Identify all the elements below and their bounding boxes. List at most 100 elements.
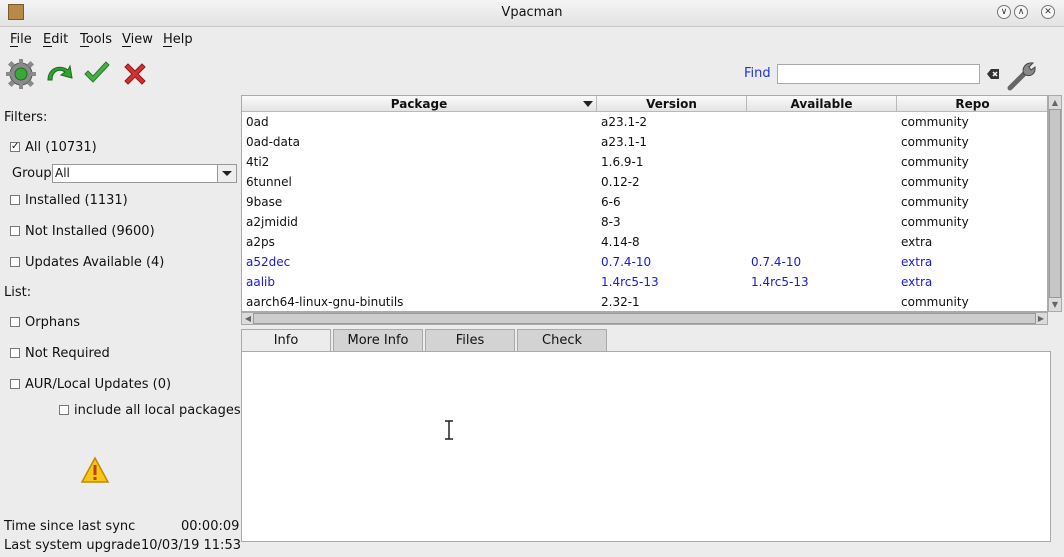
scroll-right-icon[interactable]: ▶ [1035, 313, 1047, 324]
settings-gear-icon[interactable] [5, 58, 37, 90]
sort-descending-icon [583, 101, 593, 107]
not-installed-checkbox[interactable] [10, 226, 20, 236]
cell-package: 6tunnel [246, 175, 292, 189]
cell-package: 0ad-data [246, 135, 300, 149]
table-row[interactable]: 9base 6-6 community [242, 192, 1047, 212]
window-title: Vpacman [501, 5, 563, 20]
cell-repo: extra [901, 275, 933, 289]
all-checkbox[interactable]: ✓ [10, 142, 20, 152]
not-installed-label: Not Installed (9600) [25, 224, 155, 239]
cell-package: a2ps [246, 235, 275, 249]
orphans-label: Orphans [25, 315, 81, 330]
table-row[interactable]: aarch64-linux-gnu-binutils 2.32-1 communit… [242, 292, 1047, 311]
find-label: Find [744, 66, 771, 81]
menu-view[interactable]: View [122, 32, 153, 47]
text-cursor-icon [444, 420, 454, 440]
cell-package: a52dec [246, 255, 291, 269]
menu-help-mnemonic [163, 46, 172, 47]
tab-check[interactable]: Check [517, 329, 607, 351]
upgrade-label: Last system upgrade [4, 538, 141, 553]
sync-value: 00:00:09 [181, 519, 240, 534]
menu-edit[interactable]: Edit [43, 32, 68, 47]
cell-available [751, 152, 899, 172]
filters-heading: Filters: [4, 110, 48, 125]
aur-local-updates-checkbox[interactable] [10, 379, 20, 389]
table-row[interactable]: a52dec 0.7.4-10 0.7.4-10 extra [242, 252, 1047, 272]
cell-repo: community [901, 115, 969, 129]
cell-repo: community [901, 295, 969, 309]
warning-icon [80, 456, 110, 484]
menu-tools[interactable]: Tools [80, 32, 112, 47]
cell-version: 8-3 [601, 215, 621, 229]
group-label: Group [12, 166, 52, 181]
cell-version: a23.1-1 [601, 135, 648, 149]
not-required-checkbox[interactable] [10, 348, 20, 358]
scroll-up-icon[interactable]: ▲ [1049, 97, 1061, 108]
all-label: All (10731) [25, 140, 97, 155]
cell-version: 6-6 [601, 195, 621, 209]
menu-edit-mnemonic [43, 46, 52, 47]
table-row[interactable]: 4ti2 1.6.9-1 community [242, 152, 1047, 172]
info-panel[interactable] [241, 351, 1051, 542]
scroll-down-icon[interactable]: ▼ [1049, 299, 1061, 310]
cell-repo: extra [901, 255, 933, 269]
updates-available-label: Updates Available (4) [25, 255, 165, 270]
upgrade-value: 10/03/19 11:53 [141, 538, 241, 553]
package-table[interactable]: Package Version Available Repo 0ad a23.1-… [241, 95, 1048, 312]
menu-file[interactable]: File [10, 32, 32, 47]
menu-view-mnemonic [122, 46, 131, 47]
group-select[interactable]: All [52, 164, 218, 183]
cell-available [751, 192, 899, 212]
cell-available [751, 232, 899, 252]
clear-find-icon[interactable] [986, 67, 1000, 81]
column-header-package[interactable]: Package [242, 96, 597, 112]
table-horizontal-scroll-thumb[interactable] [253, 313, 1036, 324]
column-header-available[interactable]: Available [747, 96, 897, 112]
menu-file-mnemonic [10, 46, 18, 47]
cell-available: 1.4rc5-13 [751, 275, 809, 289]
maximize-icon[interactable]: ∧ [1014, 5, 1028, 19]
refresh-icon[interactable] [43, 58, 75, 90]
column-header-repo[interactable]: Repo [897, 96, 1047, 112]
menu-bar [0, 27, 1064, 51]
table-row[interactable]: aalib 1.4rc5-13 1.4rc5-13 extra [242, 272, 1047, 292]
cell-repo: extra [901, 235, 933, 249]
close-icon[interactable]: ✕ [1041, 5, 1055, 19]
installed-checkbox[interactable] [10, 195, 20, 205]
table-row[interactable]: a2jmidid 8-3 community [242, 212, 1047, 232]
cell-version: 2.32-1 [601, 295, 640, 309]
installed-label: Installed (1131) [25, 193, 128, 208]
minimize-icon[interactable]: ∨ [997, 5, 1011, 19]
table-row[interactable]: a2ps 4.14-8 extra [242, 232, 1047, 252]
orphans-checkbox[interactable] [10, 317, 20, 327]
menu-help[interactable]: Help [163, 32, 193, 47]
tab-files[interactable]: Files [425, 329, 515, 351]
table-vertical-scroll-thumb[interactable] [1049, 109, 1061, 298]
cell-version: a23.1-2 [601, 115, 648, 129]
list-heading: List: [4, 285, 32, 300]
table-row[interactable]: 0ad a23.1-2 community [242, 112, 1047, 132]
table-row[interactable]: 0ad-data a23.1-1 community [242, 132, 1047, 152]
column-header-version[interactable]: Version [597, 96, 747, 112]
cell-package: aalib [246, 275, 275, 289]
cell-package: 0ad [246, 115, 269, 129]
cell-repo: community [901, 135, 969, 149]
find-input[interactable] [777, 64, 980, 84]
cell-package: 9base [246, 195, 283, 209]
tab-more-info[interactable]: More Info [333, 329, 423, 351]
cell-version: 0.12-2 [601, 175, 640, 189]
apply-checkmark-icon[interactable] [81, 58, 113, 90]
group-dropdown-button[interactable] [218, 164, 237, 183]
table-row[interactable]: 6tunnel 0.12-2 community [242, 172, 1047, 192]
cell-version: 1.4rc5-13 [601, 275, 659, 289]
updates-available-checkbox[interactable] [10, 257, 20, 267]
cell-repo: community [901, 195, 969, 209]
include-local-checkbox[interactable] [59, 405, 69, 415]
cell-version: 1.6.9-1 [601, 155, 644, 169]
include-local-label: include all local packages [74, 403, 241, 418]
column-header-package-label: Package [390, 97, 448, 111]
cancel-x-icon[interactable] [119, 58, 151, 90]
wrench-icon[interactable] [1006, 58, 1040, 92]
cell-package: aarch64-linux-gnu-binutils [246, 295, 404, 309]
tab-info[interactable]: Info [241, 329, 331, 352]
